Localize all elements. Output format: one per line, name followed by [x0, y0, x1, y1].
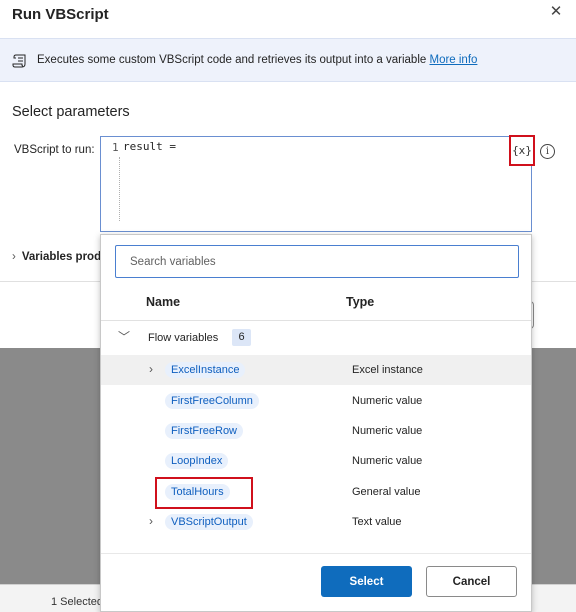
- variable-chip[interactable]: LoopIndex: [165, 453, 229, 469]
- highlight-box: [155, 477, 253, 509]
- variable-type: Numeric value: [352, 395, 423, 407]
- editor-content[interactable]: result =: [123, 140, 176, 153]
- variable-row-excelinstance[interactable]: › ExcelInstance Excel instance: [101, 355, 531, 385]
- flow-variables-group[interactable]: ﹀ Flow variables 6: [101, 326, 531, 350]
- column-header-name[interactable]: Name: [146, 295, 180, 309]
- cancel-button[interactable]: Cancel: [426, 566, 517, 597]
- variable-type: Excel instance: [352, 364, 423, 376]
- search-input[interactable]: [116, 246, 518, 277]
- variables-popup: Name Type ﹀ Flow variables 6 › ExcelInst…: [100, 234, 532, 612]
- column-header-type[interactable]: Type: [346, 295, 374, 309]
- variables-produced-label: Variables prod: [21, 251, 102, 263]
- selection-status: 1 Selected: [51, 596, 103, 608]
- variable-type: Numeric value: [352, 455, 423, 467]
- variable-type: Text value: [352, 516, 402, 528]
- editor-gutter: [119, 157, 120, 221]
- script-icon: [12, 54, 26, 68]
- vbscript-editor[interactable]: 1 result =: [100, 136, 532, 232]
- chevron-right-icon[interactable]: ›: [149, 362, 153, 376]
- info-bar: Executes some custom VBScript code and r…: [0, 38, 576, 82]
- group-label: Flow variables: [148, 332, 219, 344]
- header-divider: [101, 320, 531, 321]
- more-info-link[interactable]: More info: [429, 54, 477, 66]
- close-icon[interactable]: ✕: [548, 4, 564, 20]
- search-box[interactable]: [115, 245, 519, 278]
- variable-row-vbscriptoutput[interactable]: › VBScriptOutput Text value: [101, 507, 531, 537]
- info-icon[interactable]: i: [540, 144, 555, 159]
- variable-row-firstfreerow[interactable]: FirstFreeRow Numeric value: [101, 416, 531, 446]
- chevron-right-icon[interactable]: ›: [149, 514, 153, 528]
- variable-row-loopindex[interactable]: LoopIndex Numeric value: [101, 446, 531, 476]
- chevron-down-icon[interactable]: ﹀: [118, 328, 130, 345]
- group-count-badge: 6: [232, 329, 251, 346]
- variable-chip[interactable]: VBScriptOutput: [165, 514, 253, 530]
- variable-type: Numeric value: [352, 425, 423, 437]
- info-text: Executes some custom VBScript code and r…: [37, 54, 477, 66]
- variable-row-firstfreecolumn[interactable]: FirstFreeColumn Numeric value: [101, 386, 531, 416]
- select-button[interactable]: Select: [321, 566, 412, 597]
- variable-chip[interactable]: FirstFreeRow: [165, 423, 244, 439]
- vbscript-param-label: VBScript to run:: [14, 144, 95, 156]
- info-description: Executes some custom VBScript code and r…: [37, 54, 427, 66]
- dialog-title: Run VBScript: [12, 6, 109, 23]
- variable-chip[interactable]: ExcelInstance: [165, 362, 246, 378]
- variables-produced-toggle[interactable]: › Variables prod: [12, 251, 101, 263]
- insert-variable-button[interactable]: {x}: [509, 135, 535, 166]
- popup-divider: [101, 553, 531, 554]
- chevron-right-icon: ›: [12, 251, 16, 263]
- line-number: 1: [112, 141, 119, 154]
- variable-chip[interactable]: FirstFreeColumn: [165, 393, 259, 409]
- section-title: Select parameters: [12, 104, 130, 120]
- variable-type: General value: [352, 486, 421, 498]
